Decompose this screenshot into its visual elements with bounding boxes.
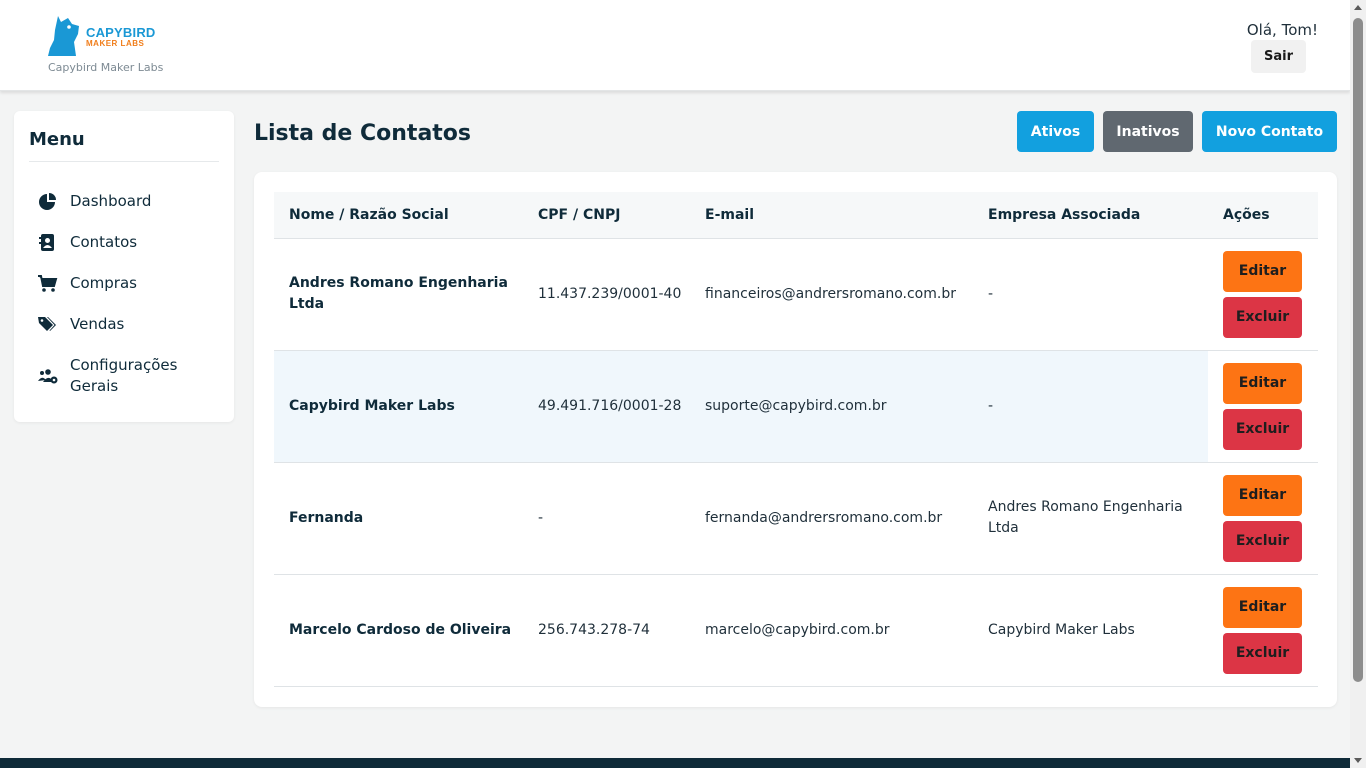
edit-button[interactable]: Editar bbox=[1223, 474, 1302, 516]
contact-email: fernanda@andrersromano.com.br bbox=[690, 462, 973, 575]
table-row: Andres Romano Engenharia Ltda 11.437.239… bbox=[274, 238, 1318, 351]
contact-email: financeiros@andrersromano.com.br bbox=[690, 238, 973, 351]
tags-icon bbox=[38, 317, 56, 331]
row-actions: Editar Excluir bbox=[1208, 574, 1318, 687]
pie-chart-icon bbox=[39, 193, 56, 210]
menu-divider bbox=[29, 161, 219, 162]
column-header-actions: Ações bbox=[1208, 192, 1318, 239]
contact-email: suporte@capybird.com.br bbox=[690, 350, 973, 463]
column-header-document: CPF / CNPJ bbox=[523, 192, 690, 239]
sidebar-item-label: Vendas bbox=[70, 315, 125, 333]
menu-title: Menu bbox=[29, 129, 85, 150]
column-header-company: Empresa Associada bbox=[973, 192, 1208, 239]
column-header-name: Nome / Razão Social bbox=[274, 192, 523, 239]
delete-button[interactable]: Excluir bbox=[1223, 296, 1302, 338]
contact-document: - bbox=[523, 462, 690, 575]
row-actions: Editar Excluir bbox=[1208, 462, 1318, 575]
delete-button[interactable]: Excluir bbox=[1223, 520, 1302, 562]
top-header: CAPYBIRD MAKER LABS Capybird Maker Labs … bbox=[0, 0, 1350, 91]
sidebar-item-vendas[interactable]: Vendas bbox=[38, 314, 195, 335]
edit-button[interactable]: Editar bbox=[1223, 586, 1302, 628]
contact-name: Andres Romano Engenharia Ltda bbox=[274, 238, 523, 351]
contact-document: 11.437.239/0001-40 bbox=[523, 238, 690, 351]
sidebar-menu: Menu Dashboard Contatos Compras Vendas C… bbox=[14, 111, 234, 422]
edit-button[interactable]: Editar bbox=[1223, 250, 1302, 292]
contact-company: Capybird Maker Labs bbox=[973, 574, 1208, 687]
address-book-icon bbox=[39, 234, 54, 251]
filter-active-button[interactable]: Ativos bbox=[1017, 111, 1094, 152]
user-greeting: Olá, Tom! bbox=[1246, 21, 1318, 39]
filter-inactive-button[interactable]: Inativos bbox=[1103, 111, 1193, 152]
sidebar-item-contatos[interactable]: Contatos bbox=[38, 232, 195, 253]
row-actions: Editar Excluir bbox=[1208, 350, 1318, 463]
row-actions: Editar Excluir bbox=[1208, 238, 1318, 351]
vertical-scrollbar[interactable] bbox=[1350, 0, 1366, 768]
table-row: Capybird Maker Labs 49.491.716/0001-28 s… bbox=[274, 350, 1318, 463]
new-contact-button[interactable]: Novo Contato bbox=[1202, 111, 1337, 152]
table-row: Marcelo Cardoso de Oliveira 256.743.278-… bbox=[274, 574, 1318, 687]
brand-logo[interactable]: CAPYBIRD MAKER LABS bbox=[46, 14, 158, 58]
contacts-card: Nome / Razão Social CPF / CNPJ E-mail Em… bbox=[254, 172, 1337, 707]
contact-name: Capybird Maker Labs bbox=[274, 350, 523, 463]
logo-text-secondary: MAKER LABS bbox=[86, 39, 145, 48]
logo-text-primary: CAPYBIRD bbox=[86, 25, 156, 40]
scroll-up-arrow-icon[interactable] bbox=[1354, 5, 1362, 10]
users-gear-icon bbox=[38, 369, 58, 384]
column-header-email: E-mail bbox=[690, 192, 973, 239]
shopping-cart-icon bbox=[38, 275, 58, 292]
table-row: Fernanda - fernanda@andrersromano.com.br… bbox=[274, 462, 1318, 575]
logout-button[interactable]: Sair bbox=[1251, 40, 1306, 73]
edit-button[interactable]: Editar bbox=[1223, 362, 1302, 404]
contact-document: 256.743.278-74 bbox=[523, 574, 690, 687]
page-footer bbox=[0, 758, 1350, 768]
delete-button[interactable]: Excluir bbox=[1223, 408, 1302, 450]
sidebar-item-label: Dashboard bbox=[70, 192, 152, 210]
sidebar-item-compras[interactable]: Compras bbox=[38, 273, 195, 294]
sidebar-item-dashboard[interactable]: Dashboard bbox=[38, 191, 195, 212]
page-title: Lista de Contatos bbox=[254, 121, 472, 146]
contact-document: 49.491.716/0001-28 bbox=[523, 350, 690, 463]
contact-email: marcelo@capybird.com.br bbox=[690, 574, 973, 687]
brand-caption: Capybird Maker Labs bbox=[48, 61, 164, 74]
contact-name: Marcelo Cardoso de Oliveira bbox=[274, 574, 523, 687]
scrollbar-thumb[interactable] bbox=[1353, 18, 1363, 682]
contact-company: - bbox=[973, 238, 1208, 351]
sidebar-item-label: Configurações Gerais bbox=[70, 356, 178, 395]
capybara-logo-icon bbox=[48, 16, 79, 56]
contact-company: - bbox=[973, 350, 1208, 463]
delete-button[interactable]: Excluir bbox=[1223, 632, 1302, 674]
contacts-table: Nome / Razão Social CPF / CNPJ E-mail Em… bbox=[274, 192, 1318, 687]
sidebar-item-label: Compras bbox=[70, 274, 137, 292]
table-header-row: Nome / Razão Social CPF / CNPJ E-mail Em… bbox=[274, 192, 1318, 239]
sidebar-item-configuracoes[interactable]: Configurações Gerais bbox=[38, 355, 195, 397]
contact-name: Fernanda bbox=[274, 462, 523, 575]
contact-company: Andres Romano Engenharia Ltda bbox=[973, 462, 1208, 575]
scroll-down-arrow-icon[interactable] bbox=[1354, 758, 1362, 763]
sidebar-item-label: Contatos bbox=[70, 233, 138, 251]
